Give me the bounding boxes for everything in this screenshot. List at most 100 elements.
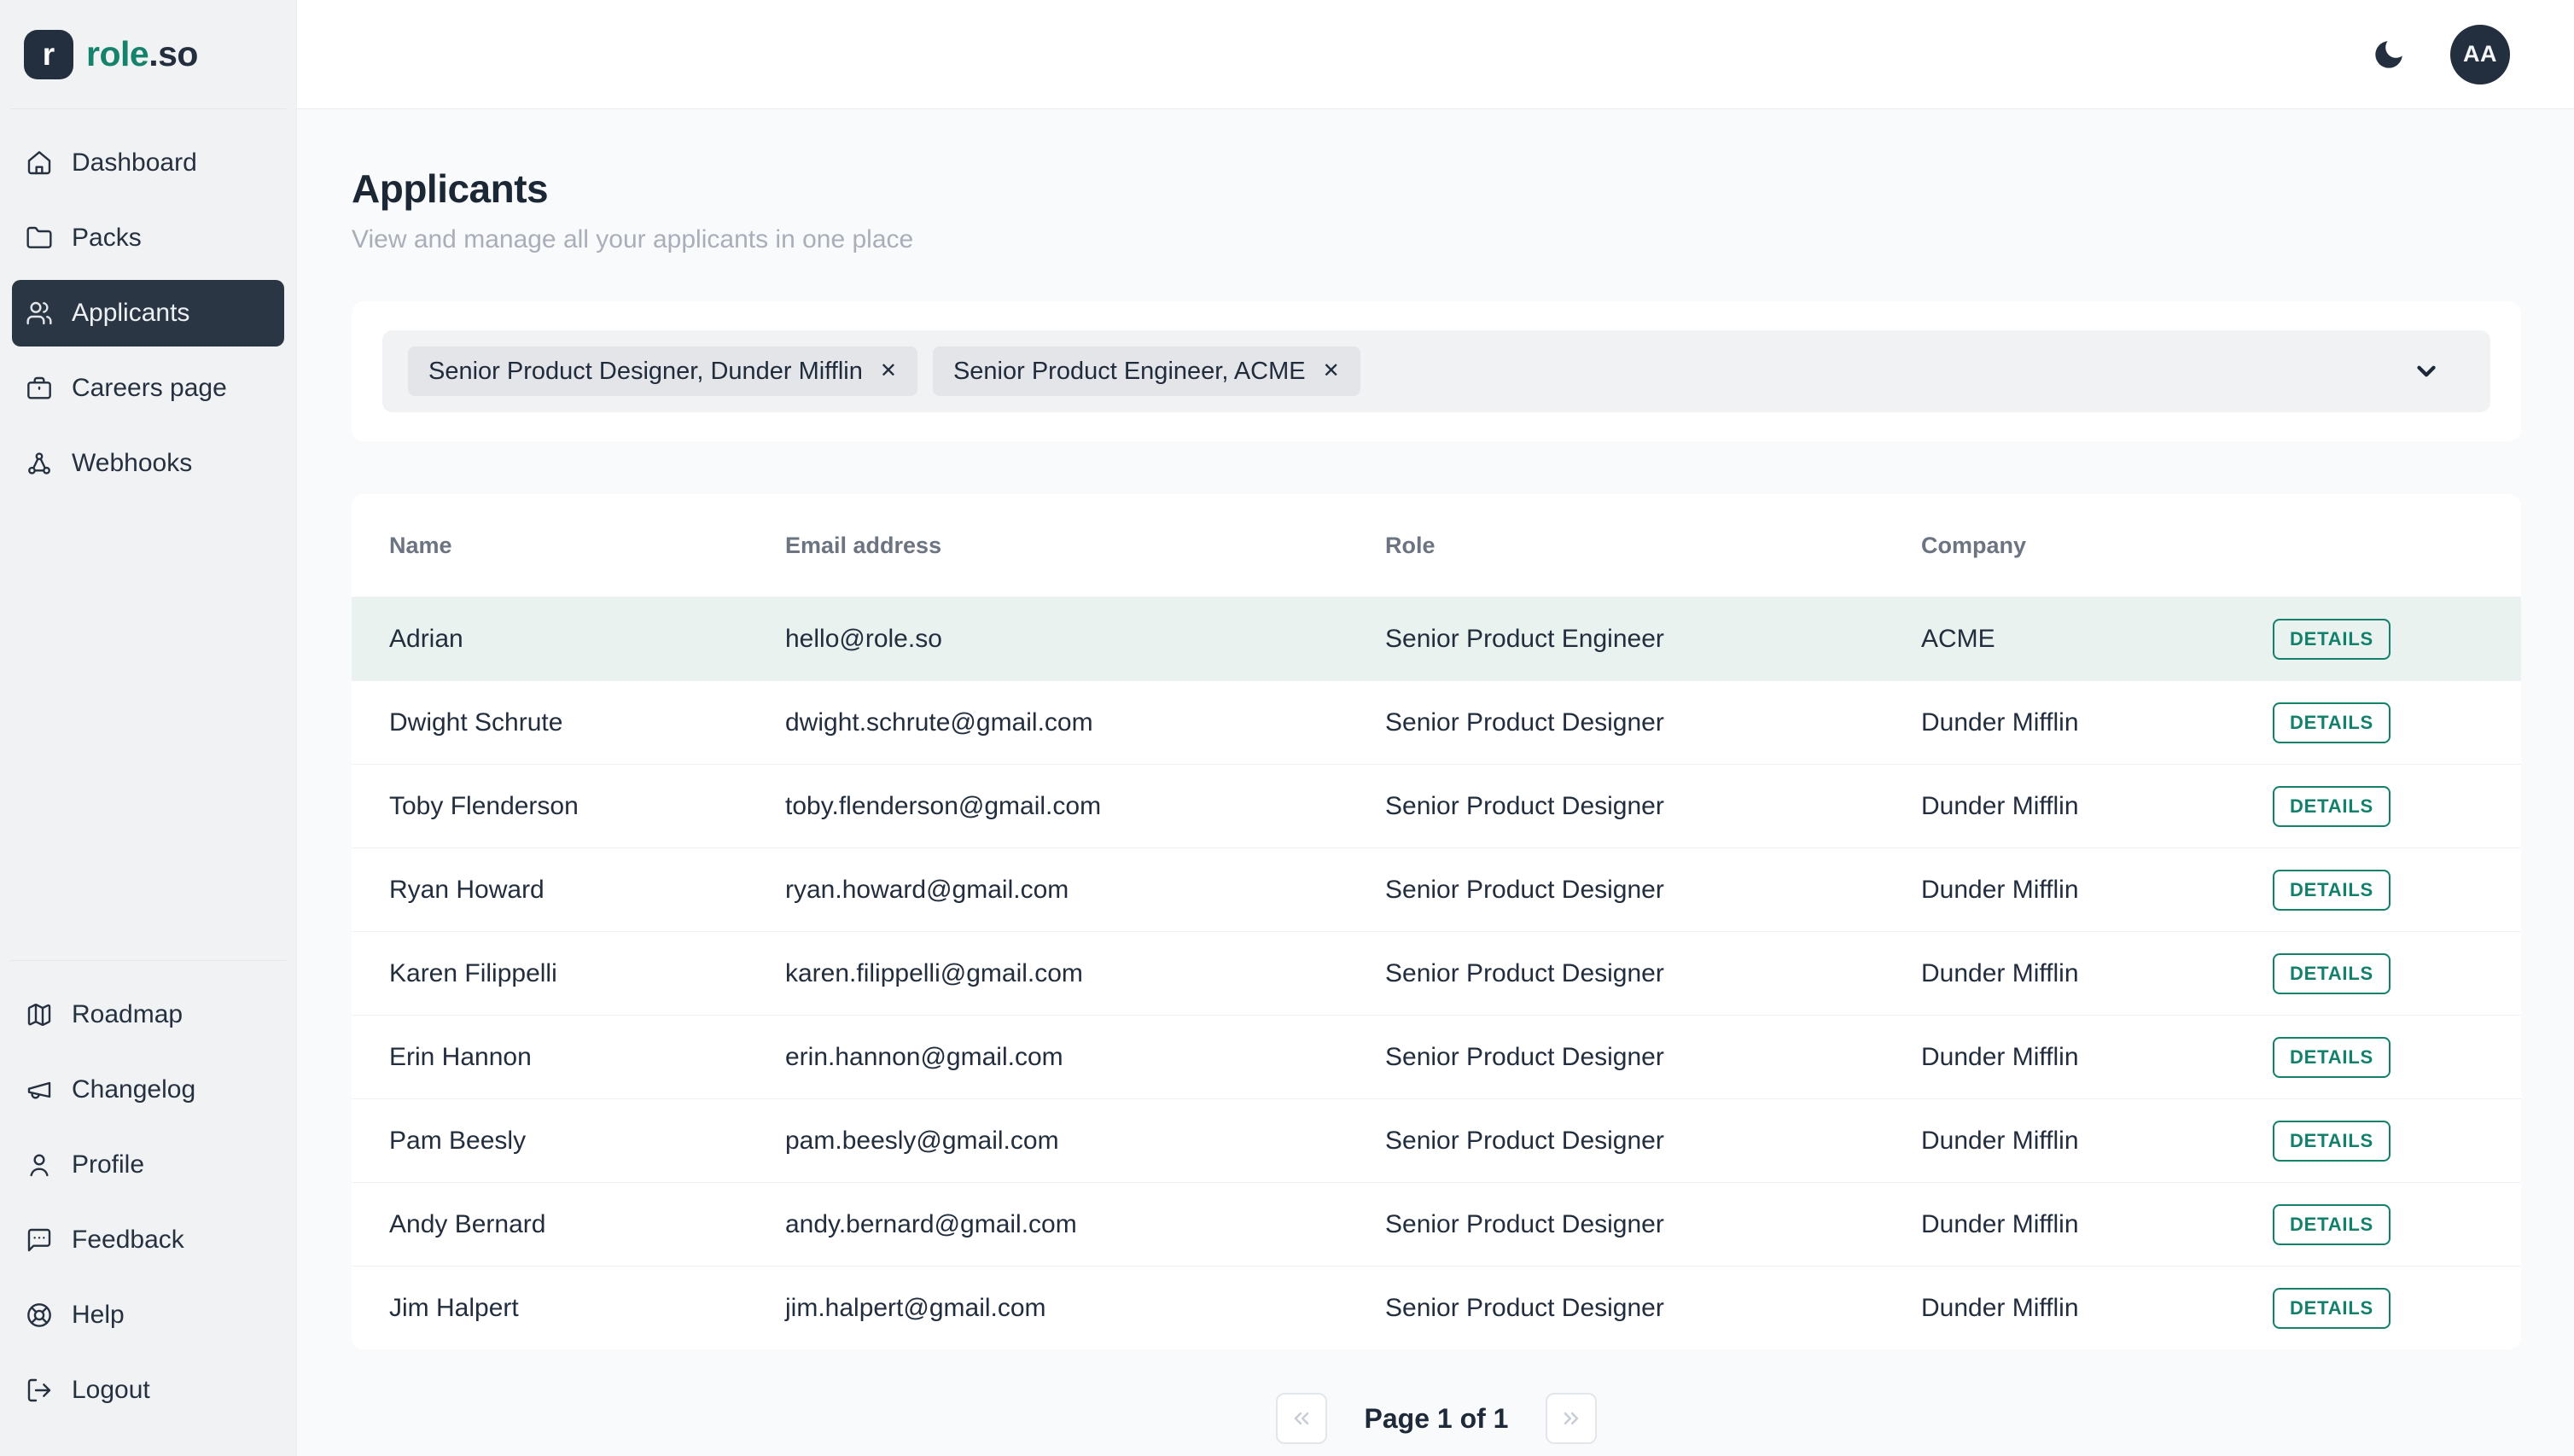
filter-tag: Senior Product Designer, Dunder Mifflin … [408, 347, 917, 396]
life-buoy-icon [26, 1302, 53, 1329]
main-content: Applicants View and manage all your appl… [297, 109, 2574, 1456]
table-row: Dwight Schrute dwight.schrute@gmail.com … [352, 680, 2521, 764]
table-body: Adrian hello@role.so Senior Product Engi… [352, 597, 2521, 1349]
applicant-email: jim.halpert@gmail.com [785, 1294, 1385, 1323]
chevron-down-icon[interactable] [2412, 357, 2465, 386]
remove-tag-icon[interactable]: ✕ [880, 361, 897, 381]
filter-tag-label: Senior Product Designer, Dunder Mifflin [428, 358, 863, 386]
filter-tag-label: Senior Product Engineer, ACME [953, 358, 1306, 386]
applicant-company: Dunder Mifflin [1921, 792, 2273, 821]
table-row: Karen Filippelli karen.filippelli@gmail.… [352, 931, 2521, 1015]
filter-tag: Senior Product Engineer, ACME ✕ [933, 347, 1360, 396]
applicant-role: Senior Product Designer [1385, 708, 1921, 737]
applicant-name: Pam Beesly [389, 1127, 785, 1156]
log-out-icon [26, 1377, 53, 1404]
applicant-company: Dunder Mifflin [1921, 1210, 2273, 1239]
sidebar-item-applicants[interactable]: Applicants [12, 280, 284, 347]
sidebar-item-roadmap[interactable]: Roadmap [12, 981, 284, 1048]
chevrons-left-icon [1290, 1406, 1313, 1430]
applicant-name: Adrian [389, 625, 785, 654]
folder-icon [26, 224, 53, 252]
applicant-email: ryan.howard@gmail.com [785, 876, 1385, 905]
sidebar-item-feedback[interactable]: Feedback [12, 1207, 284, 1273]
applicant-company: Dunder Mifflin [1921, 1127, 2273, 1156]
page-title: Applicants [352, 166, 2521, 212]
sidebar-item-label: Profile [72, 1150, 144, 1179]
theme-toggle-button[interactable] [2368, 34, 2409, 75]
filter-card: Senior Product Designer, Dunder Mifflin … [352, 301, 2521, 441]
sidebar-spacer [0, 505, 296, 960]
applicant-role: Senior Product Designer [1385, 792, 1921, 821]
sidebar-item-label: Applicants [72, 299, 189, 328]
sidebar-item-help[interactable]: Help [12, 1282, 284, 1348]
table-row: Adrian hello@role.so Senior Product Engi… [352, 597, 2521, 680]
applicant-company: Dunder Mifflin [1921, 876, 2273, 905]
top-bar: AA [297, 0, 2574, 109]
last-page-button[interactable] [1546, 1393, 1597, 1444]
details-button[interactable]: DETAILS [2273, 870, 2391, 911]
details-button[interactable]: DETAILS [2273, 953, 2391, 994]
brand-logo-mark: r [24, 30, 73, 79]
remove-tag-icon[interactable]: ✕ [1323, 361, 1340, 381]
applicant-email: andy.bernard@gmail.com [785, 1210, 1385, 1239]
sidebar-item-changelog[interactable]: Changelog [12, 1057, 284, 1123]
sidebar-item-logout[interactable]: Logout [12, 1357, 284, 1424]
sidebar-item-label: Dashboard [72, 149, 197, 178]
sidebar-item-label: Webhooks [72, 449, 192, 478]
page-indicator: Page 1 of 1 [1365, 1403, 1509, 1435]
applicant-role: Senior Product Designer [1385, 1210, 1921, 1239]
sidebar-item-packs[interactable]: Packs [12, 205, 284, 271]
details-button[interactable]: DETAILS [2273, 619, 2391, 660]
applicant-email: hello@role.so [785, 625, 1385, 654]
applicant-name: Andy Bernard [389, 1210, 785, 1239]
applicant-role: Senior Product Designer [1385, 1127, 1921, 1156]
sidebar-item-label: Logout [72, 1376, 150, 1405]
details-button[interactable]: DETAILS [2273, 702, 2391, 743]
applicant-company: Dunder Mifflin [1921, 1294, 2273, 1323]
applicant-role: Senior Product Designer [1385, 1294, 1921, 1323]
page-subtitle: View and manage all your applicants in o… [352, 225, 2521, 254]
column-header-company: Company [1921, 533, 2273, 559]
brand-name-secondary: .so [148, 34, 198, 73]
applicant-email: karen.filippelli@gmail.com [785, 959, 1385, 988]
sidebar-item-label: Roadmap [72, 1000, 183, 1029]
users-icon [26, 300, 53, 327]
sidebar-item-label: Packs [72, 224, 142, 253]
details-button[interactable]: DETAILS [2273, 1121, 2391, 1162]
applicant-email: pam.beesly@gmail.com [785, 1127, 1385, 1156]
applicant-email: toby.flenderson@gmail.com [785, 792, 1385, 821]
sidebar-main-nav: Dashboard Packs Applicants Careers page … [0, 109, 296, 505]
sidebar-item-careers-page[interactable]: Careers page [12, 355, 284, 422]
table-row: Pam Beesly pam.beesly@gmail.com Senior P… [352, 1098, 2521, 1182]
sidebar-item-webhooks[interactable]: Webhooks [12, 430, 284, 497]
applicant-name: Erin Hannon [389, 1043, 785, 1072]
details-button[interactable]: DETAILS [2273, 1037, 2391, 1078]
avatar[interactable]: AA [2450, 25, 2510, 84]
webhook-icon [26, 450, 53, 477]
applicants-table: Name Email address Role Company Adrian h… [352, 494, 2521, 1349]
sidebar: r role.so Dashboard Packs Applicants Car… [0, 0, 297, 1456]
details-button[interactable]: DETAILS [2273, 786, 2391, 827]
chevrons-right-icon [1559, 1406, 1583, 1430]
first-page-button[interactable] [1276, 1393, 1327, 1444]
brand-logo[interactable]: r role.so [0, 0, 296, 108]
sidebar-footer-nav: Roadmap Changelog Profile Feedback Help … [0, 961, 296, 1456]
details-button[interactable]: DETAILS [2273, 1204, 2391, 1245]
filter-multiselect[interactable]: Senior Product Designer, Dunder Mifflin … [382, 330, 2490, 412]
column-header-name: Name [389, 533, 785, 559]
applicant-company: Dunder Mifflin [1921, 708, 2273, 737]
sidebar-item-label: Help [72, 1301, 125, 1330]
applicant-role: Senior Product Designer [1385, 1043, 1921, 1072]
sidebar-item-dashboard[interactable]: Dashboard [12, 130, 284, 196]
user-icon [26, 1151, 53, 1179]
details-button[interactable]: DETAILS [2273, 1288, 2391, 1329]
applicant-name: Jim Halpert [389, 1294, 785, 1323]
sidebar-item-label: Careers page [72, 374, 227, 403]
table-row: Toby Flenderson toby.flenderson@gmail.co… [352, 764, 2521, 847]
sidebar-item-profile[interactable]: Profile [12, 1132, 284, 1198]
applicant-role: Senior Product Engineer [1385, 625, 1921, 654]
applicant-company: Dunder Mifflin [1921, 959, 2273, 988]
home-icon [26, 149, 53, 177]
pagination: Page 1 of 1 [352, 1393, 2521, 1444]
applicant-name: Ryan Howard [389, 876, 785, 905]
